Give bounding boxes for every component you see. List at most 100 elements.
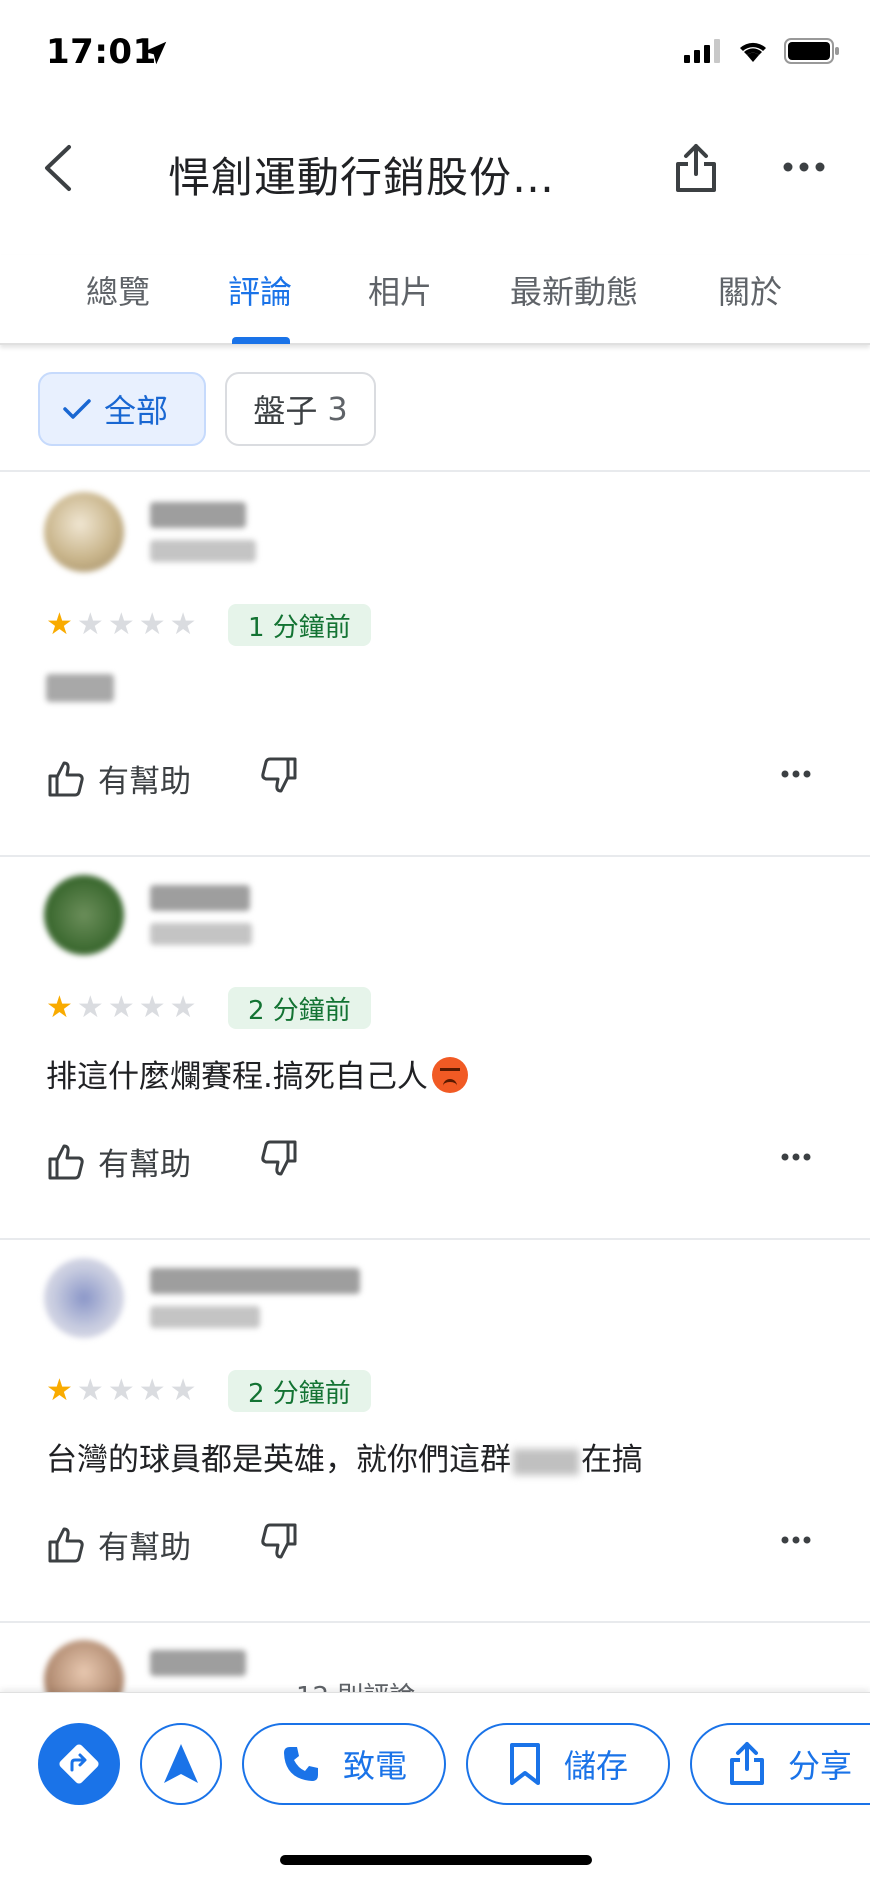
review-time-badge: 2 分鐘前 <box>228 1370 371 1412</box>
header: 悍創運動行銷股份… <box>0 120 870 220</box>
more-horizontal-icon <box>783 162 825 172</box>
star-filled-icon: ★ <box>46 990 73 1025</box>
home-indicator[interactable] <box>280 1855 592 1865</box>
helpful-label: 有幫助 <box>98 764 191 800</box>
dislike-button[interactable] <box>256 1518 302 1564</box>
status-bar: 17:01 <box>0 0 870 110</box>
bookmark-icon <box>509 1743 540 1785</box>
star-empty-icon: ★ <box>138 1373 166 1408</box>
navigation-arrow-icon <box>164 1744 198 1783</box>
dislike-button[interactable] <box>256 1135 302 1181</box>
save-button[interactable]: 儲存 <box>466 1723 670 1805</box>
thumbs-down-icon <box>261 1140 297 1176</box>
thumbs-up-icon <box>48 1527 84 1562</box>
more-horizontal-icon <box>781 1153 811 1161</box>
review-text: 台灣的球員都是英雄，就你們這群 在搞 <box>46 1434 643 1479</box>
star-filled-icon: ★ <box>46 607 73 642</box>
phone-icon <box>283 1747 318 1781</box>
share-icon <box>676 144 716 192</box>
star-empty-icon: ★ <box>169 607 197 642</box>
review-text-redacted <box>513 1448 579 1475</box>
share-action-button[interactable]: 分享 <box>690 1723 870 1805</box>
reviewer-name-redacted[interactable] <box>150 1650 246 1676</box>
share-label: 分享 <box>788 1747 853 1785</box>
tab-photos[interactable]: 相片 <box>368 267 432 313</box>
reviewer-avatar[interactable] <box>44 875 124 955</box>
tab-reviews[interactable]: 評論 <box>228 267 292 313</box>
star-rating: ★ ★ ★ ★ ★ <box>46 1376 197 1406</box>
review-text-redacted <box>46 674 114 702</box>
filter-chips: 全部 盤子 3 <box>0 346 870 472</box>
status-icons <box>684 38 840 64</box>
save-label: 儲存 <box>563 1747 628 1785</box>
reviewer-name-redacted[interactable] <box>150 1268 360 1294</box>
review-text-before: 台灣的球員都是英雄，就你們這群 <box>46 1442 511 1478</box>
reviewer-meta-redacted <box>150 1306 260 1328</box>
filter-chip-all-label: 全部 <box>104 392 169 430</box>
star-rating: ★ ★ ★ ★ ★ <box>46 610 197 640</box>
review-text: 排這什麼爛賽程.搞死自己人 <box>46 1051 468 1097</box>
share-button[interactable] <box>670 138 722 198</box>
star-empty-icon: ★ <box>138 607 166 642</box>
call-button[interactable]: 致電 <box>242 1723 446 1805</box>
review-more-button[interactable] <box>774 754 818 794</box>
tab-bar: 總覽 評論 相片 最新動態 關於 <box>0 255 870 345</box>
star-empty-icon: ★ <box>76 607 104 642</box>
review-more-button[interactable] <box>774 1520 818 1560</box>
battery-icon <box>784 38 839 64</box>
star-empty-icon: ★ <box>169 990 197 1025</box>
filter-chip-all[interactable]: 全部 <box>38 372 206 446</box>
call-label: 致電 <box>342 1747 407 1785</box>
angry-face-emoji-icon <box>431 1056 468 1093</box>
reviewer-name-redacted[interactable] <box>150 885 250 911</box>
helpful-label: 有幫助 <box>98 1530 191 1566</box>
tab-about[interactable]: 關於 <box>718 267 782 313</box>
thumbs-down-icon <box>261 1523 297 1559</box>
helpful-button[interactable]: 有幫助 <box>46 756 191 801</box>
star-empty-icon: ★ <box>107 1373 135 1408</box>
helpful-button[interactable]: 有幫助 <box>46 1139 191 1184</box>
filter-chip-plate-label: 盤子 <box>253 392 318 430</box>
reviewer-avatar[interactable] <box>44 1640 124 1696</box>
thumbs-down-icon <box>261 757 297 793</box>
thumbs-up-icon <box>48 1144 84 1179</box>
star-filled-icon: ★ <box>46 1373 73 1408</box>
tab-overview[interactable]: 總覽 <box>86 267 150 313</box>
reviewer-meta-redacted <box>150 923 252 945</box>
directions-icon <box>59 1744 99 1784</box>
star-empty-icon: ★ <box>76 1373 104 1408</box>
review-time-badge: 1 分鐘前 <box>228 604 371 646</box>
active-tab-indicator <box>232 337 290 344</box>
review-item: ★ ★ ★ ★ ★ 1 分鐘前 有幫助 <box>0 474 870 857</box>
review-item: ★ ★ ★ ★ ★ 2 分鐘前 台灣的球員都是英雄，就你們這群 在搞 有幫助 <box>0 1240 870 1623</box>
review-time-badge: 2 分鐘前 <box>228 987 371 1029</box>
wifi-icon <box>740 42 766 62</box>
tab-updates[interactable]: 最新動態 <box>510 267 638 313</box>
star-empty-icon: ★ <box>138 990 166 1025</box>
reviewer-name-redacted[interactable] <box>150 502 246 528</box>
reviewer-avatar[interactable] <box>44 492 124 572</box>
filter-chip-plate-count: 3 <box>327 390 348 428</box>
star-empty-icon: ★ <box>107 990 135 1025</box>
cellular-signal-icon <box>684 39 720 63</box>
helpful-button[interactable]: 有幫助 <box>46 1522 191 1567</box>
directions-button[interactable] <box>38 1723 120 1805</box>
review-item: ★ ★ ★ ★ ★ 2 分鐘前 排這什麼爛賽程.搞死自己人 有幫助 <box>0 857 870 1240</box>
more-horizontal-icon <box>781 1536 811 1544</box>
star-empty-icon: ★ <box>76 990 104 1025</box>
start-navigation-button[interactable] <box>140 1723 222 1805</box>
review-text-after: 在搞 <box>581 1442 643 1478</box>
star-empty-icon: ★ <box>169 1373 197 1408</box>
page-title: 悍創運動行銷股份… <box>168 153 556 202</box>
star-empty-icon: ★ <box>107 607 135 642</box>
review-more-button[interactable] <box>774 1137 818 1177</box>
back-button[interactable] <box>32 138 82 198</box>
more-options-button[interactable] <box>776 142 832 192</box>
filter-chip-plate[interactable]: 盤子 3 <box>225 372 376 446</box>
thumbs-up-icon <box>48 761 84 796</box>
more-horizontal-icon <box>781 770 811 778</box>
dislike-button[interactable] <box>256 752 302 798</box>
check-icon <box>63 399 91 419</box>
review-text-body: 排這什麼爛賽程.搞死自己人 <box>46 1059 428 1095</box>
reviewer-avatar[interactable] <box>44 1258 124 1338</box>
